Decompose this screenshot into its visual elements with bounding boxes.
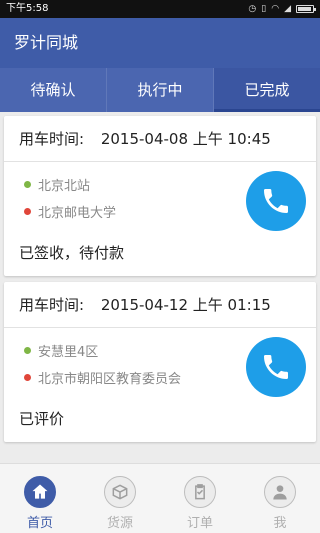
tab-completed[interactable]: 已完成 bbox=[214, 68, 320, 112]
signal-icon: ◢ bbox=[284, 4, 291, 14]
status-time: 下午5:58 bbox=[6, 3, 49, 14]
origin-dot-icon bbox=[24, 347, 31, 354]
order-destination: 北京市朝阳区教育委员会 bbox=[24, 368, 181, 387]
destination-dot-icon bbox=[24, 374, 31, 381]
order-time-row: 用车时间: 2015-04-12 上午 01:15 bbox=[4, 282, 316, 328]
origin-text: 安慧里4区 bbox=[38, 345, 99, 360]
order-destination: 北京邮电大学 bbox=[24, 202, 116, 221]
app-bar: 罗计同城 bbox=[0, 18, 320, 68]
nav-orders-label: 订单 bbox=[186, 516, 213, 531]
nav-home[interactable]: 首页 bbox=[0, 464, 80, 533]
origin-dot-icon bbox=[24, 181, 31, 188]
order-time-row: 用车时间: 2015-04-08 上午 10:45 bbox=[4, 116, 316, 162]
nav-cargo-label: 货源 bbox=[106, 516, 133, 531]
order-status: 已评价 bbox=[19, 410, 65, 428]
vibrate-icon: ▯ bbox=[261, 4, 267, 14]
order-origin: 北京北站 bbox=[24, 175, 90, 194]
status-bar: 下午5:58 ◷ ▯ ◠ ◢ bbox=[0, 0, 320, 18]
nav-cargo[interactable]: 货源 bbox=[80, 464, 160, 533]
nav-orders[interactable]: 订单 bbox=[160, 464, 240, 533]
nav-home-label: 首页 bbox=[26, 516, 53, 531]
home-icon bbox=[24, 476, 56, 508]
battery-icon bbox=[296, 5, 316, 13]
order-time-label: 用车时间: bbox=[19, 296, 85, 314]
destination-text: 北京邮电大学 bbox=[38, 206, 117, 221]
origin-text: 北京北站 bbox=[38, 179, 91, 194]
tab-bar: 待确认 执行中 已完成 bbox=[0, 68, 320, 112]
call-button[interactable] bbox=[246, 337, 306, 397]
phone-icon bbox=[264, 189, 288, 213]
phone-icon bbox=[264, 355, 288, 379]
order-card[interactable]: 用车时间: 2015-04-12 上午 01:15 安慧里4区 北京市朝阳区教育… bbox=[4, 282, 316, 442]
nav-me-label: 我 bbox=[273, 516, 287, 531]
order-card[interactable]: 用车时间: 2015-04-08 上午 10:45 北京北站 北京邮电大学 已签… bbox=[4, 116, 316, 276]
alarm-icon: ◷ bbox=[248, 4, 257, 14]
order-time-value: 2015-04-08 上午 10:45 bbox=[100, 130, 271, 148]
nav-me[interactable]: 我 bbox=[240, 464, 320, 533]
order-time-label: 用车时间: bbox=[19, 130, 85, 148]
app-title: 罗计同城 bbox=[14, 33, 79, 52]
wifi-icon: ◠ bbox=[271, 4, 280, 14]
tab-pending[interactable]: 待确认 bbox=[0, 68, 107, 112]
order-time-value: 2015-04-12 上午 01:15 bbox=[100, 296, 271, 314]
box-icon bbox=[104, 476, 136, 508]
call-button[interactable] bbox=[246, 171, 306, 231]
tab-in-progress[interactable]: 执行中 bbox=[107, 68, 214, 112]
bottom-nav: 首页 货源 订单 我 bbox=[0, 463, 320, 533]
clipboard-icon bbox=[184, 476, 216, 508]
status-icons: ◷ ▯ ◠ ◢ bbox=[248, 0, 316, 18]
person-icon bbox=[264, 476, 296, 508]
order-origin: 安慧里4区 bbox=[24, 341, 98, 360]
destination-dot-icon bbox=[24, 208, 31, 215]
destination-text: 北京市朝阳区教育委员会 bbox=[38, 372, 182, 387]
order-status: 已签收，待付款 bbox=[19, 244, 125, 262]
